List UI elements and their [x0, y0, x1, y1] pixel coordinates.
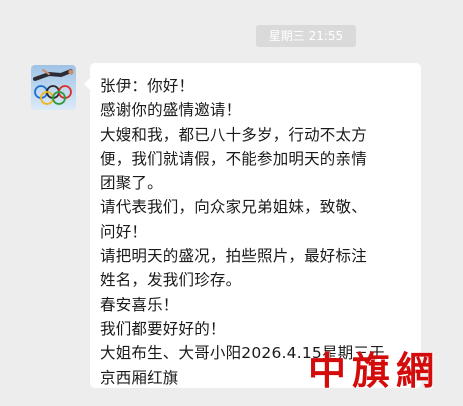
message-line: 便，我们就请假，不能参加明天的亲情: [100, 149, 367, 168]
athlete-diving-over-olympic-rings-icon: [31, 65, 76, 110]
message-line: 春安喜乐！: [100, 295, 179, 314]
message-line: 感谢你的盛情邀请！: [100, 101, 242, 120]
message-line: 张伊：你好！: [100, 77, 195, 95]
message-line: 团聚了。: [100, 174, 163, 193]
message-line: 姓名，发我们珍存。: [100, 271, 242, 290]
message-line: 请把明天的盛况，拍些照片，最好标注: [100, 247, 367, 266]
message-line: 大嫂和我，都已八十多岁，行动不太方: [100, 125, 367, 144]
message-timestamp: 星期三 21:55: [256, 25, 356, 47]
message-line: 问好！: [100, 222, 148, 241]
message-line: 请代表我们，向众家兄弟姐妹，致敬、: [100, 198, 367, 217]
sender-avatar[interactable]: [31, 65, 76, 110]
message-line: 我们都要好好的！: [100, 319, 226, 338]
message-bubble[interactable]: 张伊：你好！ 感谢你的盛情邀请！ 大嫂和我，都已八十多岁，行动不太方 便，我们就…: [90, 63, 421, 388]
watermark-logo: 中旗網: [308, 348, 441, 393]
